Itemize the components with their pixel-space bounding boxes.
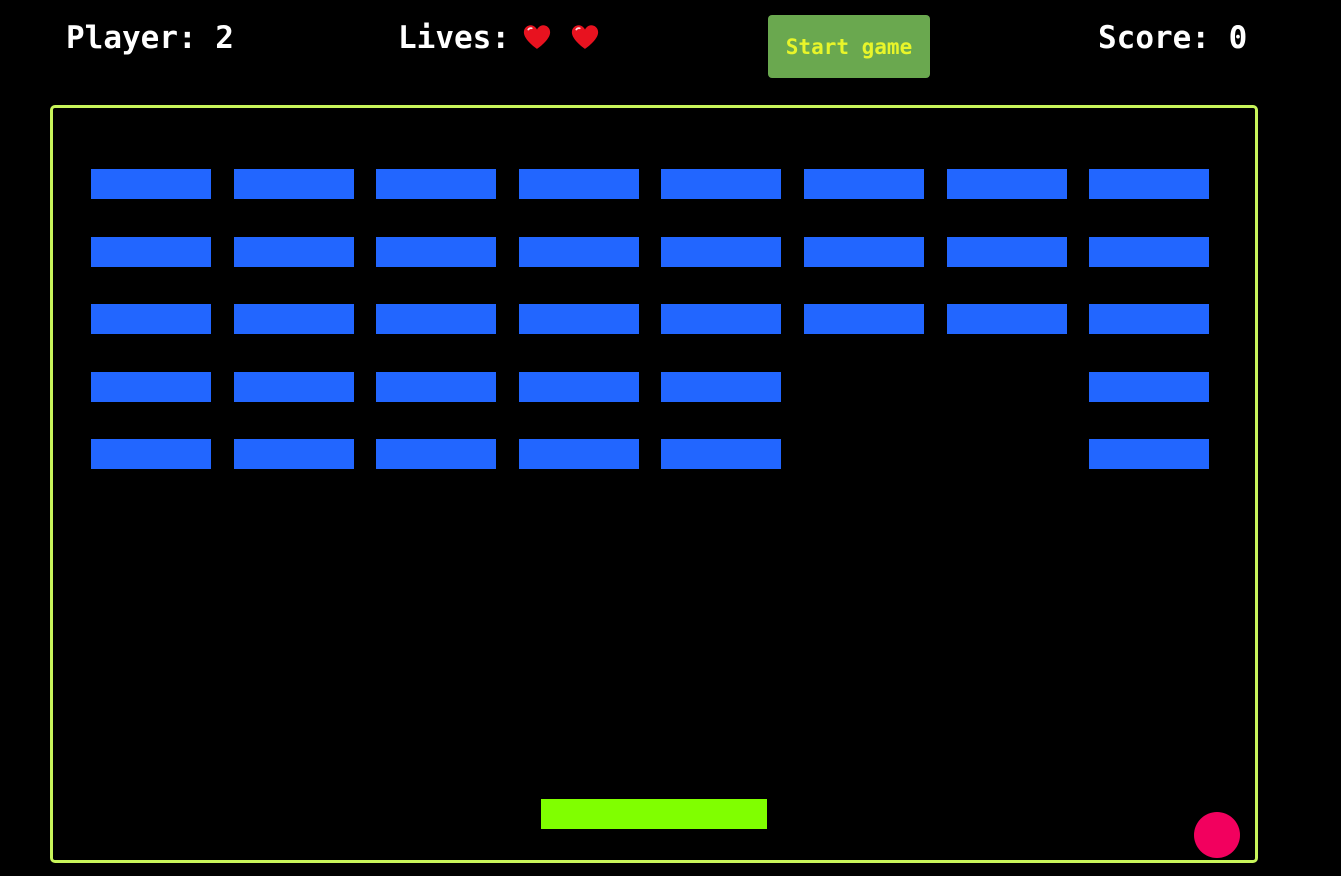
brick bbox=[947, 237, 1067, 267]
brick bbox=[91, 169, 211, 199]
brick bbox=[947, 304, 1067, 334]
brick bbox=[661, 237, 781, 267]
brick bbox=[376, 439, 496, 469]
brick bbox=[519, 169, 639, 199]
heart-icon bbox=[523, 24, 551, 50]
heart-icon bbox=[571, 24, 599, 50]
brick bbox=[519, 372, 639, 402]
brick bbox=[376, 372, 496, 402]
brick bbox=[91, 237, 211, 267]
brick bbox=[1089, 439, 1209, 469]
brick bbox=[234, 304, 354, 334]
brick bbox=[519, 439, 639, 469]
brick bbox=[661, 439, 781, 469]
brick bbox=[661, 304, 781, 334]
brick bbox=[1089, 304, 1209, 334]
brick bbox=[234, 439, 354, 469]
brick bbox=[1089, 237, 1209, 267]
brick bbox=[661, 169, 781, 199]
brick bbox=[947, 169, 1067, 199]
brick bbox=[519, 304, 639, 334]
brick bbox=[519, 237, 639, 267]
start-game-button[interactable]: Start game bbox=[768, 15, 930, 78]
ball bbox=[1194, 812, 1240, 858]
brick bbox=[376, 169, 496, 199]
brick bbox=[376, 237, 496, 267]
paddle[interactable] bbox=[541, 799, 767, 829]
brick bbox=[234, 237, 354, 267]
brick bbox=[234, 169, 354, 199]
brick bbox=[91, 439, 211, 469]
player-label: Player: 2 bbox=[66, 20, 234, 56]
score-label: Score: 0 bbox=[1098, 20, 1248, 56]
brick bbox=[804, 237, 924, 267]
brick bbox=[661, 372, 781, 402]
brick bbox=[91, 304, 211, 334]
lives-label: Lives: bbox=[398, 20, 510, 56]
brick bbox=[91, 372, 211, 402]
brick bbox=[804, 304, 924, 334]
brick bbox=[1089, 372, 1209, 402]
brick bbox=[376, 304, 496, 334]
brick bbox=[804, 169, 924, 199]
brick bbox=[1089, 169, 1209, 199]
brick bbox=[234, 372, 354, 402]
game-board[interactable] bbox=[50, 105, 1258, 863]
